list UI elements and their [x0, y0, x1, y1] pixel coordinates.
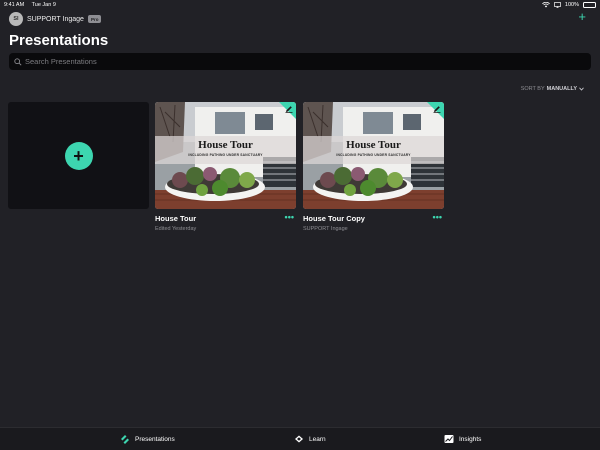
battery-icon	[583, 1, 596, 8]
thumbnail-subtitle: INCLUDING PATHING UNDER SANCTUARY	[336, 153, 411, 157]
status-date: Tue Jan 9	[31, 1, 56, 8]
new-presentation-card[interactable]: +	[8, 102, 149, 209]
thumbnail-subtitle: INCLUDING PATHING UNDER SANCTUARY	[188, 153, 263, 157]
page-title: Presentations	[9, 32, 109, 49]
battery-percent: 100%	[564, 1, 579, 8]
tab-label: Presentations	[135, 435, 175, 443]
tab-presentations[interactable]: Presentations	[120, 434, 175, 444]
thumbnail-title: House Tour	[346, 139, 401, 151]
presentation-thumbnail[interactable]: House Tour INCLUDING PATHING UNDER SANCT…	[303, 102, 444, 209]
sort-value: MANUALLY	[546, 86, 577, 92]
search-input[interactable]	[25, 57, 565, 66]
status-right: 100%	[542, 1, 596, 8]
presentation-subtitle: SUPPORT Ingage	[303, 226, 348, 232]
search-bar[interactable]	[9, 53, 591, 70]
account-name: SUPPORT Ingage	[27, 15, 84, 23]
status-bar: 9:41 AM Tue Jan 9 100%	[0, 0, 600, 9]
thumbnail-title: House Tour	[198, 139, 253, 151]
add-presentation-button[interactable]: +	[578, 10, 586, 24]
add-icon: +	[64, 141, 93, 170]
presentation-thumbnail[interactable]: House Tour INCLUDING PATHING UNDER SANCT…	[155, 102, 296, 209]
pro-badge: Pro	[87, 15, 102, 23]
wifi-icon	[542, 1, 550, 7]
presentations-icon	[121, 435, 129, 444]
pencil-icon[interactable]	[433, 105, 441, 113]
insights-icon	[444, 435, 454, 443]
status-time: 9:41 AM	[4, 1, 25, 8]
search-icon	[14, 57, 22, 66]
presentation-caption[interactable]: House Tour Copy SUPPORT Ingage •••	[303, 213, 444, 233]
pencil-icon[interactable]	[285, 105, 293, 113]
presentation-caption[interactable]: House Tour Edited Yesterday •••	[155, 213, 296, 233]
account-switcher[interactable]: SI SUPPORT Ingage Pro	[9, 12, 102, 26]
sort-control[interactable]: SORT BY MANUALLY	[521, 86, 584, 92]
more-options-icon[interactable]: •••	[285, 213, 294, 222]
screen-mirroring-icon	[554, 1, 561, 8]
tab-learn[interactable]: Learn	[294, 434, 326, 444]
presentation-name: House Tour Copy	[303, 214, 365, 223]
thumbnail-title-banner: House Tour INCLUDING PATHING UNDER SANCT…	[155, 136, 296, 164]
sort-prefix: SORT BY	[520, 86, 545, 92]
tab-label: Learn	[309, 435, 326, 443]
tab-label: Insights	[459, 435, 482, 443]
tab-insights[interactable]: Insights	[444, 434, 481, 444]
presentation-name: House Tour	[155, 214, 197, 223]
thumbnail-title-banner: House Tour INCLUDING PATHING UNDER SANCT…	[303, 136, 444, 164]
tab-bar: Presentations Learn Insights	[0, 427, 600, 450]
learn-icon	[295, 435, 303, 443]
presentation-subtitle: Edited Yesterday	[155, 226, 197, 232]
avatar: SI	[9, 12, 23, 26]
more-options-icon[interactable]: •••	[433, 213, 442, 222]
status-left: 9:41 AM Tue Jan 9	[4, 2, 62, 8]
chevron-down-icon	[579, 87, 584, 91]
